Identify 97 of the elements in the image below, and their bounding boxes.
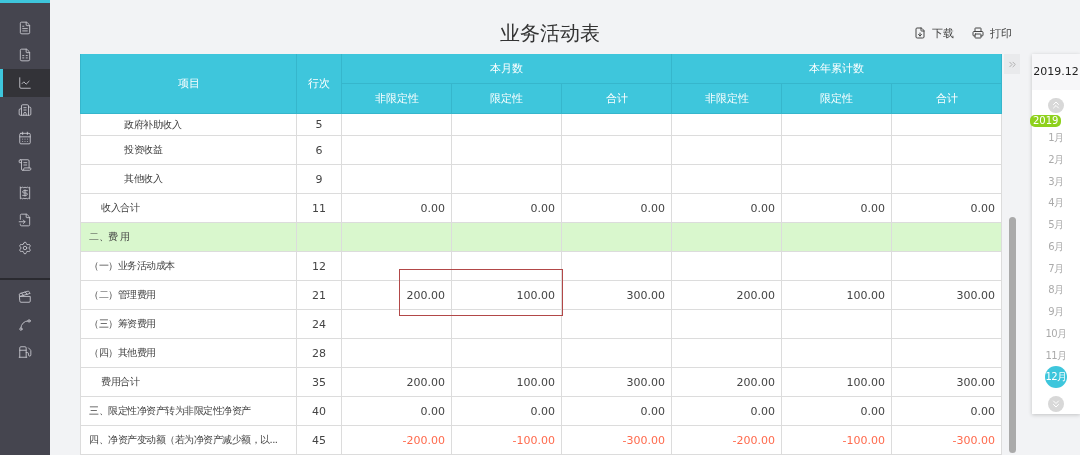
amount-cell: 0.00 — [561, 396, 672, 426]
month-item[interactable]: 1月 — [1045, 127, 1067, 150]
sidebar-item[interactable] — [0, 69, 50, 97]
amount-cell: -200.00 — [341, 425, 452, 455]
amount-cell: 0.00 — [341, 193, 452, 223]
page-title: 业务活动表 — [500, 19, 600, 47]
amount-cell: 100.00 — [451, 280, 562, 310]
item-cell: （四）其他费用 — [80, 338, 297, 368]
curve-icon — [18, 317, 32, 332]
scroll-icon — [18, 158, 32, 173]
column-header: 合计 — [891, 83, 1002, 114]
current-period: 2019.12 — [1032, 54, 1080, 90]
amount-cell: 300.00 — [891, 280, 1002, 310]
amount-cell: -300.00 — [561, 425, 672, 455]
item-cell: 二、费 用 — [80, 222, 297, 252]
amount-cell: 300.00 — [561, 367, 672, 397]
item-cell: 投资收益 — [80, 135, 297, 165]
column-header: 合计 — [561, 83, 672, 114]
month-item[interactable]: 4月 — [1045, 192, 1067, 215]
print-button[interactable]: 打印 — [972, 25, 1012, 41]
amount-cell: -200.00 — [671, 425, 782, 455]
month-item[interactable]: 5月 — [1045, 214, 1067, 237]
column-header: 行次 — [296, 54, 342, 114]
calendar-icon — [18, 130, 32, 145]
month-item[interactable]: 8月 — [1045, 279, 1067, 302]
item-cell: （一）业务活动成本 — [80, 251, 297, 281]
item-cell: （二）管理费用 — [80, 280, 297, 310]
amount-cell: 100.00 — [781, 367, 892, 397]
amount-cell: 0.00 — [561, 193, 672, 223]
amount-cell: 0.00 — [781, 396, 892, 426]
amount-cell: 0.00 — [671, 193, 782, 223]
download-icon — [914, 27, 926, 39]
building-icon — [18, 103, 32, 118]
amount-cell: -300.00 — [891, 425, 1002, 455]
scrollbar[interactable] — [1008, 217, 1016, 453]
item-cell: 三、限定性净资产转为非限定性净资产 — [80, 396, 297, 426]
month-item[interactable]: 12月 — [1045, 366, 1067, 389]
line-cell: 28 — [296, 338, 342, 368]
item-cell: 政府补助收入 — [80, 113, 297, 136]
amount-cell: -100.00 — [781, 425, 892, 455]
amount-cell: 200.00 — [671, 280, 782, 310]
amount-cell: 0.00 — [671, 396, 782, 426]
line-cell: 6 — [296, 135, 342, 165]
line-cell: 45 — [296, 425, 342, 455]
line-cell: 11 — [296, 193, 342, 223]
printer-icon — [972, 27, 984, 39]
line-cell: 35 — [296, 367, 342, 397]
settings-icon — [18, 240, 32, 255]
amount-cell: 0.00 — [891, 193, 1002, 223]
year-badge: 2019 — [1030, 115, 1062, 128]
column-group-header: 本年累计数 — [671, 54, 1002, 84]
column-header: 限定性 — [451, 83, 562, 114]
column-header: 限定性 — [781, 83, 892, 114]
column-group-header: 本月数 — [341, 54, 672, 84]
clapperboard-icon — [18, 290, 32, 305]
line-chart-icon — [18, 75, 32, 90]
month-item[interactable]: 11月 — [1045, 344, 1067, 367]
line-cell: 40 — [296, 396, 342, 426]
month-item[interactable]: 3月 — [1045, 170, 1067, 193]
month-item[interactable]: 2月 — [1045, 149, 1067, 171]
file-icon — [18, 213, 32, 228]
amount-cell: 300.00 — [891, 367, 1002, 397]
amount-cell: 0.00 — [341, 396, 452, 426]
amount-cell: 0.00 — [891, 396, 1002, 426]
amount-cell: 100.00 — [781, 280, 892, 310]
column-header: 非限定性 — [671, 83, 782, 114]
document-icon — [18, 20, 32, 35]
amount-cell: 200.00 — [341, 367, 452, 397]
spreadsheet-icon — [18, 48, 32, 63]
receipt-icon — [18, 185, 32, 200]
month-item[interactable]: 10月 — [1045, 323, 1067, 345]
amount-cell: 300.00 — [561, 280, 672, 310]
month-item[interactable]: 6月 — [1045, 236, 1067, 258]
fuel-icon — [18, 345, 32, 360]
item-cell: 收入合计 — [80, 193, 297, 223]
amount-cell: 0.00 — [451, 193, 562, 223]
line-cell: 5 — [296, 113, 342, 136]
amount-cell: 200.00 — [671, 367, 782, 397]
amount-cell: 200.00 — [341, 280, 452, 310]
amount-cell: 100.00 — [451, 367, 562, 397]
line-cell: 21 — [296, 280, 342, 310]
item-cell: 费用合计 — [80, 367, 297, 397]
item-cell: （三）筹资费用 — [80, 309, 297, 339]
month-item[interactable]: 7月 — [1045, 257, 1067, 280]
line-cell: 9 — [296, 164, 342, 194]
item-cell: 四、净资产变动额（若为净资产减少额，以... — [80, 425, 297, 455]
amount-cell: -100.00 — [451, 425, 562, 455]
item-cell: 其他收入 — [80, 164, 297, 194]
line-cell: 12 — [296, 251, 342, 281]
column-header: 项目 — [80, 54, 297, 114]
line-cell: 24 — [296, 309, 342, 339]
amount-cell: 0.00 — [781, 193, 892, 223]
chevrons-up-icon — [1050, 99, 1062, 112]
column-header: 非限定性 — [341, 83, 452, 114]
download-button[interactable]: 下载 — [914, 25, 954, 41]
month-item[interactable]: 9月 — [1045, 301, 1067, 323]
amount-cell: 0.00 — [451, 396, 562, 426]
